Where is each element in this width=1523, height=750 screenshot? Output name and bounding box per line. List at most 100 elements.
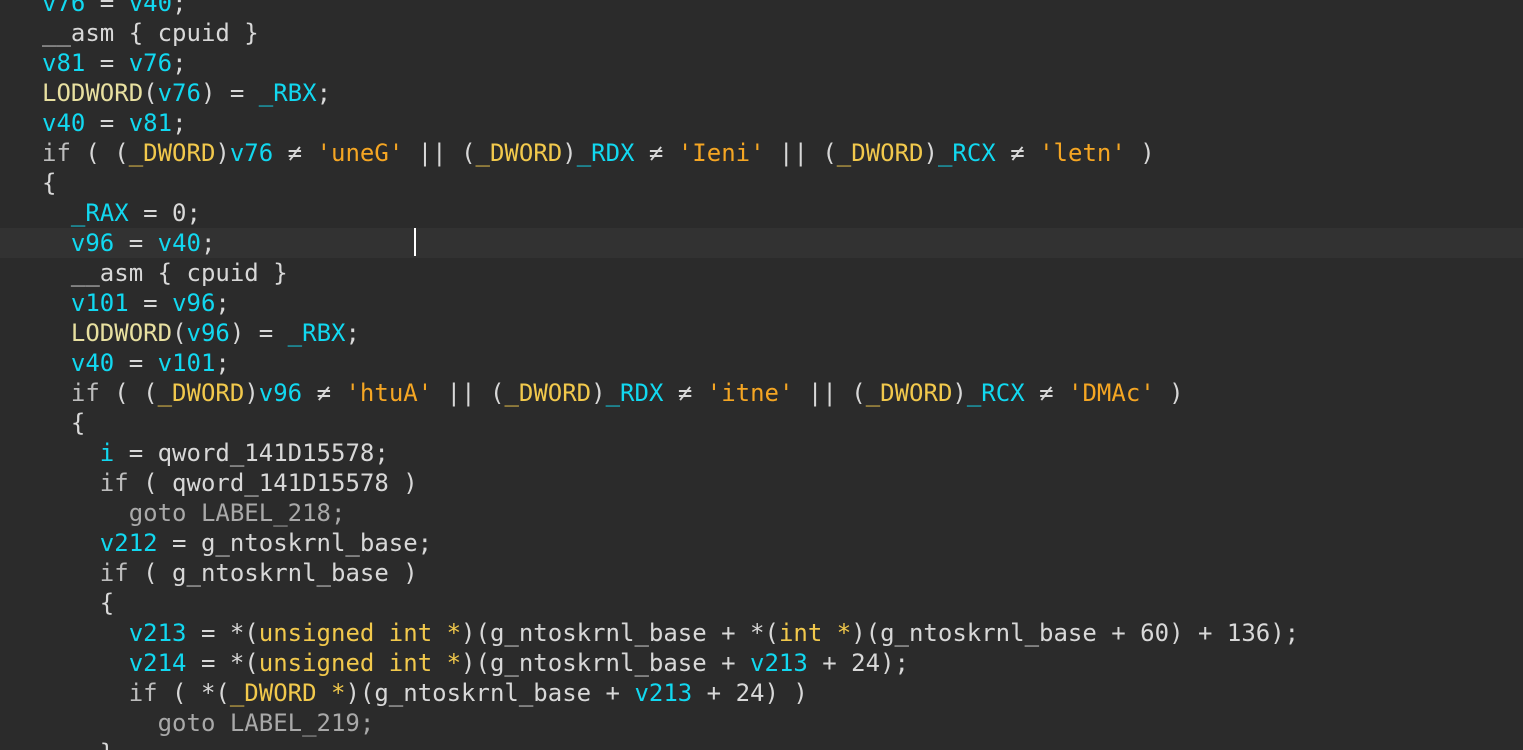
code-line[interactable]: if ( g_ntoskrnl_base ) xyxy=(42,558,1523,588)
code-token-var[interactable]: v96 xyxy=(71,229,114,257)
code-token-var[interactable]: v96 xyxy=(187,319,230,347)
code-token-var[interactable]: v76 xyxy=(129,49,172,77)
code-token-var[interactable]: v76 xyxy=(158,79,201,107)
code-token-plain: ; xyxy=(215,289,230,317)
code-token-plain: ; xyxy=(316,79,332,107)
code-line[interactable]: v81 = v76; xyxy=(42,48,1523,78)
code-token-plain: ) = xyxy=(229,319,288,347)
code-token-var[interactable]: v76 xyxy=(230,139,273,167)
code-token-plain: { xyxy=(42,409,86,437)
code-line[interactable]: i = qword_141D15578; xyxy=(42,438,1523,468)
code-line[interactable]: v212 = g_ntoskrnl_base; xyxy=(42,528,1523,558)
code-token-str: 'Ieni' xyxy=(677,139,765,167)
code-token-var[interactable]: v40 xyxy=(42,109,85,137)
code-token-str: 'DMAc' xyxy=(1068,379,1155,407)
code-token-label[interactable]: goto LABEL_218; xyxy=(129,499,346,527)
code-token-plain: ) xyxy=(952,379,967,407)
code-token-func: LODWORD xyxy=(42,79,144,107)
code-line[interactable]: { xyxy=(42,408,1523,438)
code-token-var[interactable]: v40 xyxy=(129,0,172,17)
code-token-plain: || ( xyxy=(432,379,505,407)
code-token-var[interactable]: v76 xyxy=(42,0,85,17)
code-line[interactable]: v214 = *(unsigned int *)(g_ntoskrnl_base… xyxy=(42,648,1523,678)
code-line[interactable]: v40 = v81; xyxy=(42,108,1523,138)
code-line[interactable]: v40 = v101; xyxy=(42,348,1523,378)
code-token-type: _DWORD xyxy=(504,379,592,407)
code-token-plain: )(g_ntoskrnl_base + *( xyxy=(461,619,779,647)
code-token-type: _DWORD xyxy=(128,139,216,167)
code-line[interactable]: if ( (_DWORD)v76 ≠ 'uneG' || (_DWORD)_RD… xyxy=(42,138,1523,168)
code-view[interactable]: v76 = v40; __asm { cpuid } v81 = v76; LODWO… xyxy=(0,0,1523,750)
code-token-plain: ( *( xyxy=(157,679,230,707)
code-token-kw: if xyxy=(99,469,129,497)
code-token-var[interactable]: v81 xyxy=(129,109,172,137)
code-token-var[interactable]: v40 xyxy=(71,349,114,377)
code-token-plain: + 24); xyxy=(807,649,909,677)
code-token-var[interactable]: v213 xyxy=(634,679,692,707)
text-cursor xyxy=(414,228,416,256)
code-token-reg[interactable]: _RDX xyxy=(606,379,664,407)
code-token-reg[interactable]: _RDX xyxy=(577,139,635,167)
code-token-plain: ( ( xyxy=(70,139,129,167)
code-token-plain: ( ( xyxy=(99,379,158,407)
code-token-type: unsigned int * xyxy=(258,649,462,677)
code-token-reg[interactable]: _RCX xyxy=(967,379,1025,407)
code-token-plain: { xyxy=(42,589,115,617)
code-line[interactable]: v101 = v96; xyxy=(42,288,1523,318)
code-line[interactable]: } xyxy=(42,738,1523,750)
code-token-var[interactable]: v212 xyxy=(100,529,158,557)
code-token-reg[interactable]: _RBX xyxy=(259,79,317,107)
code-line[interactable]: goto LABEL_218; xyxy=(42,498,1523,528)
code-token-var[interactable]: i xyxy=(100,439,114,467)
code-token-plain: ) xyxy=(215,139,230,167)
code-token-var[interactable]: v101 xyxy=(158,349,216,377)
code-line[interactable]: v213 = *(unsigned int *)(g_ntoskrnl_base… xyxy=(42,618,1523,648)
code-token-plain: ) xyxy=(591,379,606,407)
code-line[interactable]: LODWORD(v76) = _RBX; xyxy=(42,78,1523,108)
code-token-var[interactable]: v214 xyxy=(129,649,187,677)
code-token-plain: { xyxy=(42,169,57,197)
code-token-var[interactable]: v213 xyxy=(750,649,808,677)
code-token-plain: = xyxy=(85,0,129,17)
code-line[interactable]: __asm { cpuid } xyxy=(42,18,1523,48)
code-token-plain: || ( xyxy=(793,379,866,407)
code-line[interactable]: if ( qword_141D15578 ) xyxy=(42,468,1523,498)
code-line[interactable]: __asm { cpuid } xyxy=(42,258,1523,288)
code-token-label[interactable]: goto LABEL_219; xyxy=(158,709,375,737)
code-line[interactable]: goto LABEL_219; xyxy=(42,708,1523,738)
code-token-var[interactable]: v81 xyxy=(42,49,85,77)
code-token-var[interactable]: v96 xyxy=(259,379,302,407)
code-token-plain: = *( xyxy=(186,619,259,647)
code-token-str: 'htuA' xyxy=(345,379,433,407)
code-line[interactable]: _RAX = 0; xyxy=(42,198,1523,228)
code-line[interactable]: if ( *(_DWORD *)(g_ntoskrnl_base + v213 … xyxy=(42,678,1523,708)
code-token-plain: ; xyxy=(215,349,230,377)
code-token-var[interactable]: v213 xyxy=(129,619,187,647)
code-token-var[interactable]: v101 xyxy=(71,289,129,317)
code-line[interactable]: v96 = v40; xyxy=(0,228,1523,258)
code-token-plain: ) xyxy=(562,139,577,167)
code-line[interactable]: v76 = v40; xyxy=(42,0,1523,18)
code-token-plain: ) = xyxy=(200,79,259,107)
code-token-plain: )(g_ntoskrnl_base + xyxy=(461,649,751,677)
code-token-plain: )(g_ntoskrnl_base + 60) + 136); xyxy=(851,619,1300,647)
code-token-reg[interactable]: _RBX xyxy=(288,319,346,347)
code-token-plain: ≠ xyxy=(1024,379,1069,407)
pseudocode-editor[interactable]: v76 = v40; __asm { cpuid } v81 = v76; LODWO… xyxy=(0,0,1523,750)
code-token-reg[interactable]: _RAX xyxy=(71,199,129,227)
code-line[interactable]: LODWORD(v96) = _RBX; xyxy=(42,318,1523,348)
code-token-plain: = xyxy=(114,349,158,377)
code-token-plain: ≠ xyxy=(302,379,346,407)
code-token-var[interactable]: v40 xyxy=(158,229,201,257)
code-token-plain: ) xyxy=(244,379,259,407)
code-line[interactable]: if ( (_DWORD)v96 ≠ 'htuA' || (_DWORD)_RD… xyxy=(42,378,1523,408)
code-token-reg[interactable]: _RCX xyxy=(938,139,996,167)
code-token-var[interactable]: v96 xyxy=(172,289,215,317)
code-line[interactable]: { xyxy=(42,168,1523,198)
code-line[interactable]: { xyxy=(42,588,1523,618)
